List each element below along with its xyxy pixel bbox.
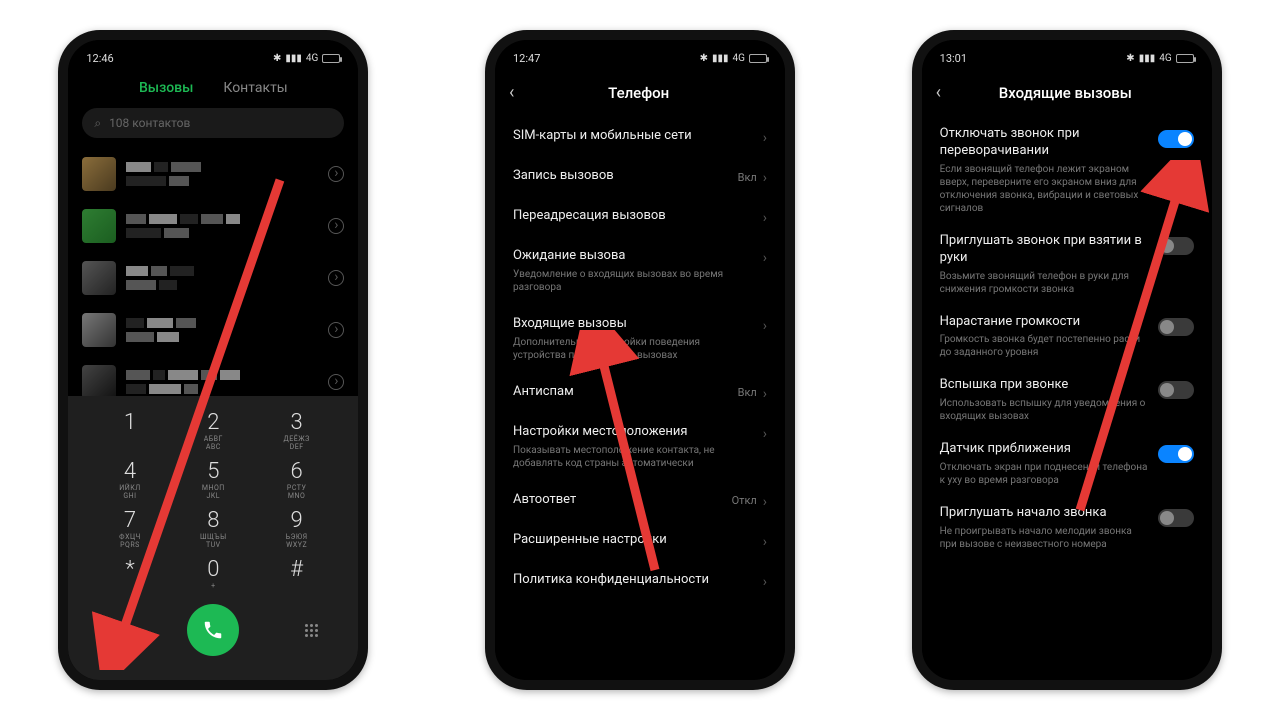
phone-mockup-1: 12:46 ✱ ▮▮▮ 4G Вызовы Контакты ⌕ 108 кон…: [58, 30, 368, 690]
chevron-right-icon: ›: [763, 386, 767, 402]
settings-header: ‹ Входящие вызовы: [922, 70, 1212, 117]
chevron-right-icon: ›: [763, 210, 767, 226]
toggle-switch[interactable]: [1158, 130, 1194, 148]
settings-item[interactable]: Расширенные настройки›: [495, 521, 785, 561]
settings-toggle-item[interactable]: Нарастание громкостиГромкость звонка буд…: [922, 305, 1212, 369]
chevron-right-icon: ›: [763, 318, 767, 334]
dialkey-2[interactable]: 2АБВГABC: [178, 410, 248, 451]
settings-item[interactable]: Политика конфиденциальности›: [495, 561, 785, 601]
settings-toggle-item[interactable]: Датчик приближенияОтключать экран при по…: [922, 432, 1212, 496]
dialkey-*[interactable]: *: [95, 557, 165, 590]
status-icons: ✱ ▮▮▮ 4G: [1126, 53, 1193, 64]
list-item[interactable]: [68, 252, 358, 304]
settings-item[interactable]: Настройки местоположенияПоказывать место…: [495, 413, 785, 481]
settings-list: SIM-карты и мобильные сети›Запись вызово…: [495, 117, 785, 680]
battery-icon: [322, 54, 340, 63]
settings-item[interactable]: SIM-карты и мобильные сети›: [495, 117, 785, 157]
signal-icon: ▮▮▮: [712, 53, 729, 64]
call-button[interactable]: [187, 604, 239, 656]
search-icon: ⌕: [94, 116, 101, 131]
phone-mockup-2: 12:47 ✱ ▮▮▮ 4G ‹ Телефон SIM-карты и моб…: [485, 30, 795, 690]
list-item[interactable]: [68, 356, 358, 396]
call-log: [68, 148, 358, 396]
search-placeholder: 108 контактов: [109, 116, 190, 130]
tab-contacts[interactable]: Контакты: [223, 80, 287, 96]
network-label: 4G: [1159, 53, 1171, 64]
toggle-switch[interactable]: [1158, 237, 1194, 255]
chevron-right-icon: [328, 166, 344, 182]
chevron-right-icon: [328, 270, 344, 286]
status-icons: ✱ ▮▮▮ 4G: [273, 53, 340, 64]
dialpad: 1 2АБВГABC 3ДЕЁЖЗDEF 4ИЙКЛGHI 5МНОПJKL 6РСТУM…: [68, 396, 358, 680]
dialkey-9[interactable]: 9ЬЭЮЯWXYZ: [262, 508, 332, 549]
status-bar: 12:47 ✱ ▮▮▮ 4G: [495, 46, 785, 70]
dialkey-7[interactable]: 7ФХЦЧPQRS: [95, 508, 165, 549]
battery-icon: [749, 54, 767, 63]
settings-item[interactable]: Ожидание вызоваУведомление о входящих вы…: [495, 237, 785, 305]
phone-icon: [202, 619, 224, 641]
dialkey-3[interactable]: 3ДЕЁЖЗDEF: [262, 410, 332, 451]
page-title: Входящие вызовы: [933, 84, 1198, 102]
tabs: Вызовы Контакты: [68, 70, 358, 108]
page-title: Телефон: [506, 84, 771, 102]
signal-icon: ▮▮▮: [1139, 53, 1156, 64]
chevron-right-icon: ›: [763, 130, 767, 146]
settings-toggle-item[interactable]: Отключать звонок при переворачиванииЕсли…: [922, 117, 1212, 224]
settings-toggle-item[interactable]: Приглушать начало звонкаНе проигрывать н…: [922, 496, 1212, 560]
toggle-switch[interactable]: [1158, 381, 1194, 399]
settings-header: ‹ Телефон: [495, 70, 785, 117]
keypad-toggle-button[interactable]: [292, 624, 332, 637]
chevron-right-icon: ›: [763, 494, 767, 510]
settings-item[interactable]: АнтиспамВкл›: [495, 373, 785, 413]
settings-item[interactable]: Переадресация вызовов›: [495, 197, 785, 237]
dialkey-#[interactable]: #: [262, 557, 332, 590]
clock: 12:47: [513, 52, 540, 65]
dialkey-6[interactable]: 6РСТУMNO: [262, 459, 332, 500]
settings-item[interactable]: Входящие вызовыДополнительные настройки …: [495, 305, 785, 373]
network-label: 4G: [306, 53, 318, 64]
dialkey-4[interactable]: 4ИЙКЛGHI: [95, 459, 165, 500]
status-bar: 13:01 ✱ ▮▮▮ 4G: [922, 46, 1212, 70]
chevron-right-icon: [328, 374, 344, 390]
chevron-right-icon: ›: [763, 574, 767, 590]
clock: 13:01: [940, 52, 967, 65]
settings-toggle-item[interactable]: Вспышка при звонкеИспользовать вспышку д…: [922, 368, 1212, 432]
grid-icon: [305, 624, 318, 637]
network-label: 4G: [733, 53, 745, 64]
dialkey-5[interactable]: 5МНОПJKL: [178, 459, 248, 500]
battery-icon: [1176, 54, 1194, 63]
bluetooth-icon: ✱: [273, 53, 281, 64]
settings-toggle-item[interactable]: Приглушать звонок при взятии в рукиВозьм…: [922, 224, 1212, 305]
list-item[interactable]: [68, 304, 358, 356]
settings-item[interactable]: Запись вызововВкл›: [495, 157, 785, 197]
list-item[interactable]: [68, 200, 358, 252]
settings-list: Отключать звонок при переворачиванииЕсли…: [922, 117, 1212, 680]
signal-icon: ▮▮▮: [285, 53, 302, 64]
bluetooth-icon: ✱: [1126, 53, 1134, 64]
clock: 12:46: [86, 52, 113, 65]
dialkey-0[interactable]: 0+: [178, 557, 248, 590]
dialkey-1[interactable]: 1: [95, 410, 165, 451]
chevron-right-icon: ›: [763, 426, 767, 442]
phone-mockup-3: 13:01 ✱ ▮▮▮ 4G ‹ Входящие вызовы Отключа…: [912, 30, 1222, 690]
menu-button[interactable]: [95, 625, 135, 636]
toggle-switch[interactable]: [1158, 318, 1194, 336]
chevron-right-icon: ›: [763, 250, 767, 266]
toggle-switch[interactable]: [1158, 445, 1194, 463]
search-input[interactable]: ⌕ 108 контактов: [82, 108, 344, 138]
chevron-right-icon: [328, 322, 344, 338]
bluetooth-icon: ✱: [700, 53, 708, 64]
chevron-right-icon: ›: [763, 170, 767, 186]
dialkey-8[interactable]: 8ШЩЪЫTUV: [178, 508, 248, 549]
settings-item[interactable]: АвтоответОткл›: [495, 481, 785, 521]
hamburger-icon: [107, 625, 123, 636]
chevron-right-icon: ›: [763, 534, 767, 550]
list-item[interactable]: [68, 148, 358, 200]
status-icons: ✱ ▮▮▮ 4G: [700, 53, 767, 64]
chevron-right-icon: [328, 218, 344, 234]
toggle-switch[interactable]: [1158, 509, 1194, 527]
tab-calls[interactable]: Вызовы: [139, 80, 193, 96]
status-bar: 12:46 ✱ ▮▮▮ 4G: [68, 46, 358, 70]
